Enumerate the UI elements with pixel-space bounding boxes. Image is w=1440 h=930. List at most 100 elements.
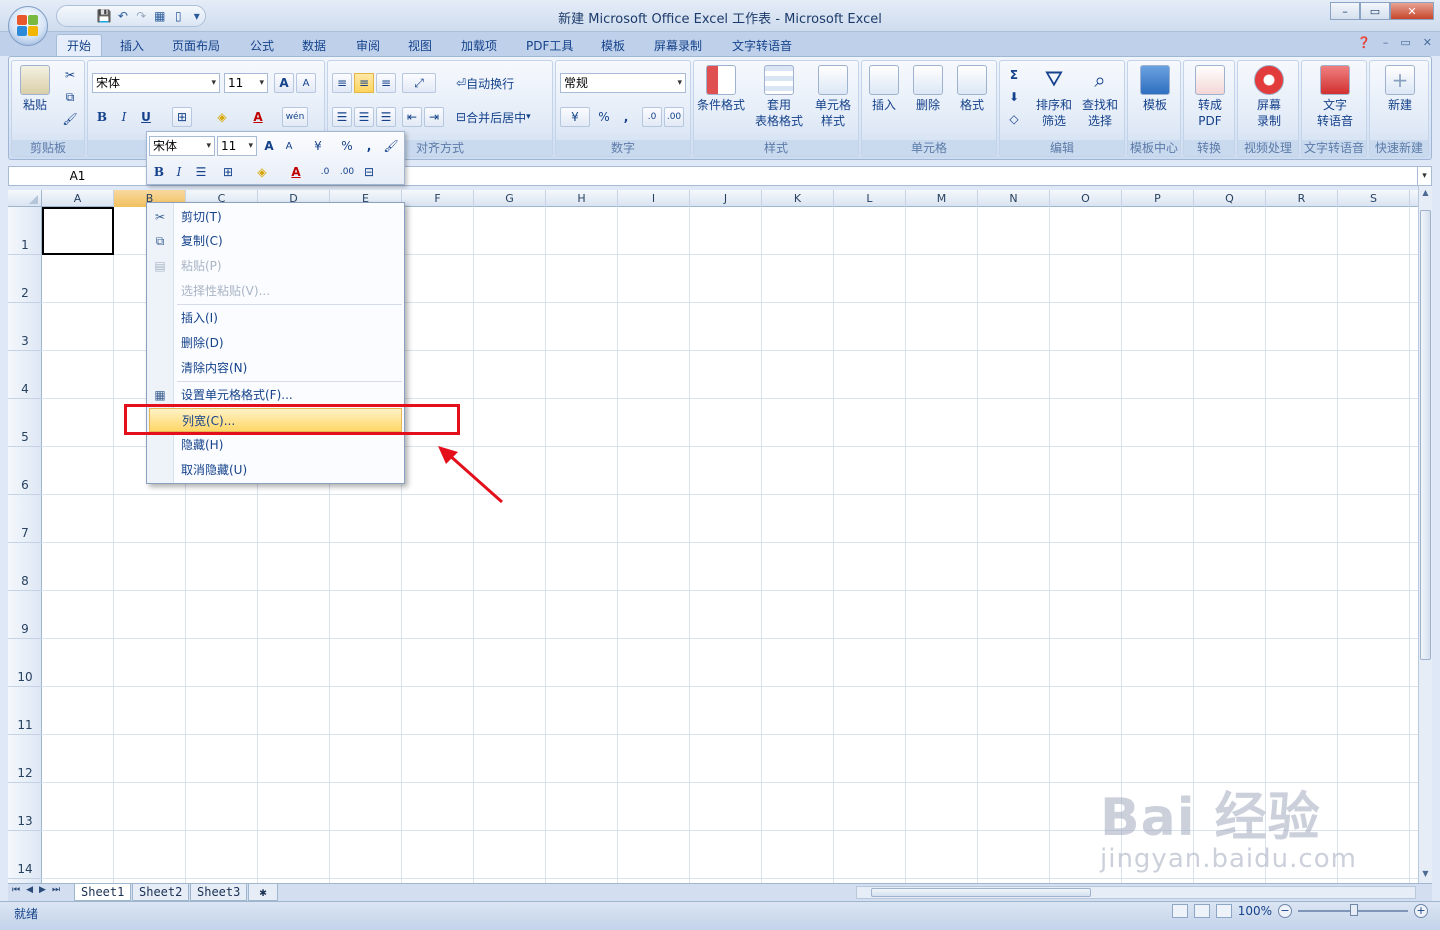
active-cell-a1[interactable] — [42, 207, 114, 255]
increase-indent-icon[interactable]: ⇥ — [424, 107, 444, 127]
mini-center-icon[interactable]: ☰ — [191, 162, 211, 182]
zoom-level[interactable]: 100% — [1238, 904, 1272, 918]
column-header[interactable]: R — [1266, 190, 1338, 207]
row-header[interactable]: 10 — [8, 639, 42, 687]
next-sheet-icon[interactable]: ▶ — [39, 885, 46, 895]
find-select-button[interactable]: ⌕ 查找和 选择 — [1076, 65, 1124, 129]
column-header[interactable]: P — [1122, 190, 1194, 207]
zoom-in-button[interactable]: + — [1414, 904, 1428, 918]
horizontal-scrollbar[interactable] — [856, 886, 1416, 899]
percent-button[interactable]: % — [594, 107, 614, 127]
italic-button[interactable]: I — [114, 107, 134, 127]
select-all-button[interactable] — [8, 190, 42, 207]
paste-button[interactable]: 粘贴 — [14, 65, 56, 113]
row-header[interactable]: 13 — [8, 783, 42, 831]
sort-filter-button[interactable]: ⛛ 排序和 筛选 — [1030, 65, 1078, 129]
first-sheet-icon[interactable]: ⏮ — [12, 885, 20, 895]
mini-italic-button[interactable]: I — [169, 162, 189, 182]
row-header[interactable]: 9 — [8, 591, 42, 639]
horizontal-scroll-thumb[interactable] — [871, 888, 1091, 897]
template-button[interactable]: 模板 — [1130, 65, 1180, 113]
mini-decrease-decimal-icon[interactable]: .00 — [337, 162, 357, 182]
sheet-tab-3[interactable]: Sheet3 — [190, 884, 248, 901]
column-header[interactable]: H — [546, 190, 618, 207]
format-painter-icon[interactable]: 🖌 — [60, 109, 80, 129]
tab-insert[interactable]: 插入 — [110, 34, 154, 56]
tab-view[interactable]: 视图 — [398, 34, 442, 56]
name-box[interactable]: A1 — [9, 167, 147, 185]
cut-icon[interactable]: ✂ — [60, 65, 80, 85]
column-header[interactable]: F — [402, 190, 474, 207]
maximize-button[interactable]: ▭ — [1360, 2, 1390, 20]
mini-borders-icon[interactable]: ⊞ — [213, 162, 243, 182]
column-header[interactable]: O — [1050, 190, 1122, 207]
merge-center-button[interactable]: ⊟ 合并后居中 ▾ — [456, 107, 531, 127]
minimize-button[interactable]: – — [1330, 2, 1360, 20]
mini-percent-button[interactable]: % — [337, 136, 357, 156]
mini-font-combo[interactable]: 宋体 — [149, 136, 215, 156]
font-color-button[interactable]: A — [248, 107, 268, 127]
vertical-scrollbar[interactable]: ▲ ▼ — [1418, 186, 1432, 883]
copy-icon[interactable]: ⧉ — [60, 87, 80, 107]
bold-button[interactable]: B — [92, 107, 112, 127]
normal-view-icon[interactable] — [1171, 904, 1188, 918]
clear-icon[interactable]: ◇ — [1004, 109, 1024, 129]
page-break-view-icon[interactable] — [1215, 904, 1232, 918]
convert-pdf-button[interactable]: 转成 PDF — [1185, 65, 1235, 129]
column-header[interactable]: M — [906, 190, 978, 207]
wrap-text-button[interactable]: ⏎ 自动换行 — [456, 73, 514, 93]
zoom-slider[interactable] — [1298, 904, 1408, 916]
row-header[interactable]: 4 — [8, 351, 42, 399]
row-header[interactable]: 12 — [8, 735, 42, 783]
scroll-up-icon[interactable]: ▲ — [1419, 188, 1432, 200]
column-header[interactable]: N — [978, 190, 1050, 207]
orientation-icon[interactable]: ⤢ — [402, 73, 436, 93]
increase-decimal-icon[interactable]: .0 — [642, 107, 662, 127]
help-icon[interactable]: ❓ — [1357, 36, 1371, 49]
fill-color-icon[interactable]: ◈ — [212, 107, 232, 127]
row-header[interactable]: 3 — [8, 303, 42, 351]
number-format-combo[interactable]: 常规 — [560, 73, 686, 93]
borders-icon[interactable]: ⊞ — [172, 107, 192, 127]
row-header[interactable]: 2 — [8, 255, 42, 303]
sheet-tab-1[interactable]: Sheet1 — [74, 884, 132, 901]
column-header[interactable]: G — [474, 190, 546, 207]
align-left-icon[interactable]: ☰ — [332, 107, 352, 127]
row-header[interactable]: 5 — [8, 399, 42, 447]
format-cells-button[interactable]: 格式 — [950, 65, 994, 113]
sheet-tab-2[interactable]: Sheet2 — [132, 884, 190, 901]
align-center-icon[interactable]: ☰ — [354, 107, 374, 127]
tab-tts[interactable]: 文字转语音 — [722, 34, 802, 56]
row-header[interactable]: 11 — [8, 687, 42, 735]
ribbon-restore-icon[interactable]: ▭ — [1400, 36, 1410, 49]
menu-item-paste-special[interactable]: 选择性粘贴(V)... — [149, 279, 402, 303]
phonetic-button[interactable]: wén — [282, 107, 308, 127]
tab-data[interactable]: 数据 — [292, 34, 336, 56]
insert-sheet-icon[interactable]: ✱ — [248, 884, 278, 901]
row-header[interactable]: 8 — [8, 543, 42, 591]
row-header[interactable]: 7 — [8, 495, 42, 543]
column-header[interactable]: I — [618, 190, 690, 207]
mini-format-painter-icon[interactable]: 🖌 — [381, 136, 401, 156]
mini-font-color-icon[interactable]: A — [281, 162, 311, 182]
grow-font-button[interactable]: A — [274, 73, 294, 93]
menu-item-cut[interactable]: ✂ 剪切(T) — [149, 205, 402, 229]
mini-comma-button[interactable]: , — [359, 136, 379, 156]
vertical-scroll-thumb[interactable] — [1420, 210, 1431, 660]
font-size-combo[interactable]: 11 — [224, 73, 268, 93]
tab-home[interactable]: 开始 — [56, 34, 103, 56]
tab-addins[interactable]: 加载项 — [451, 34, 507, 56]
tab-pdf-tools[interactable]: PDF工具 — [516, 34, 583, 56]
tab-templates[interactable]: 模板 — [591, 34, 635, 56]
menu-item-delete[interactable]: 删除(D) — [149, 331, 402, 355]
align-right-icon[interactable]: ☰ — [376, 107, 396, 127]
column-header[interactable]: A — [42, 190, 114, 207]
align-top-icon[interactable]: ≡ — [332, 73, 352, 93]
menu-item-unhide[interactable]: 取消隐藏(U) — [149, 458, 402, 482]
underline-button[interactable]: U — [136, 107, 156, 127]
mini-grow-font-icon[interactable]: A — [259, 136, 279, 156]
column-header[interactable]: L — [834, 190, 906, 207]
ribbon-close-icon[interactable]: ✕ — [1423, 36, 1432, 49]
row-header[interactable]: 6 — [8, 447, 42, 495]
mini-bold-button[interactable]: B — [149, 162, 169, 182]
